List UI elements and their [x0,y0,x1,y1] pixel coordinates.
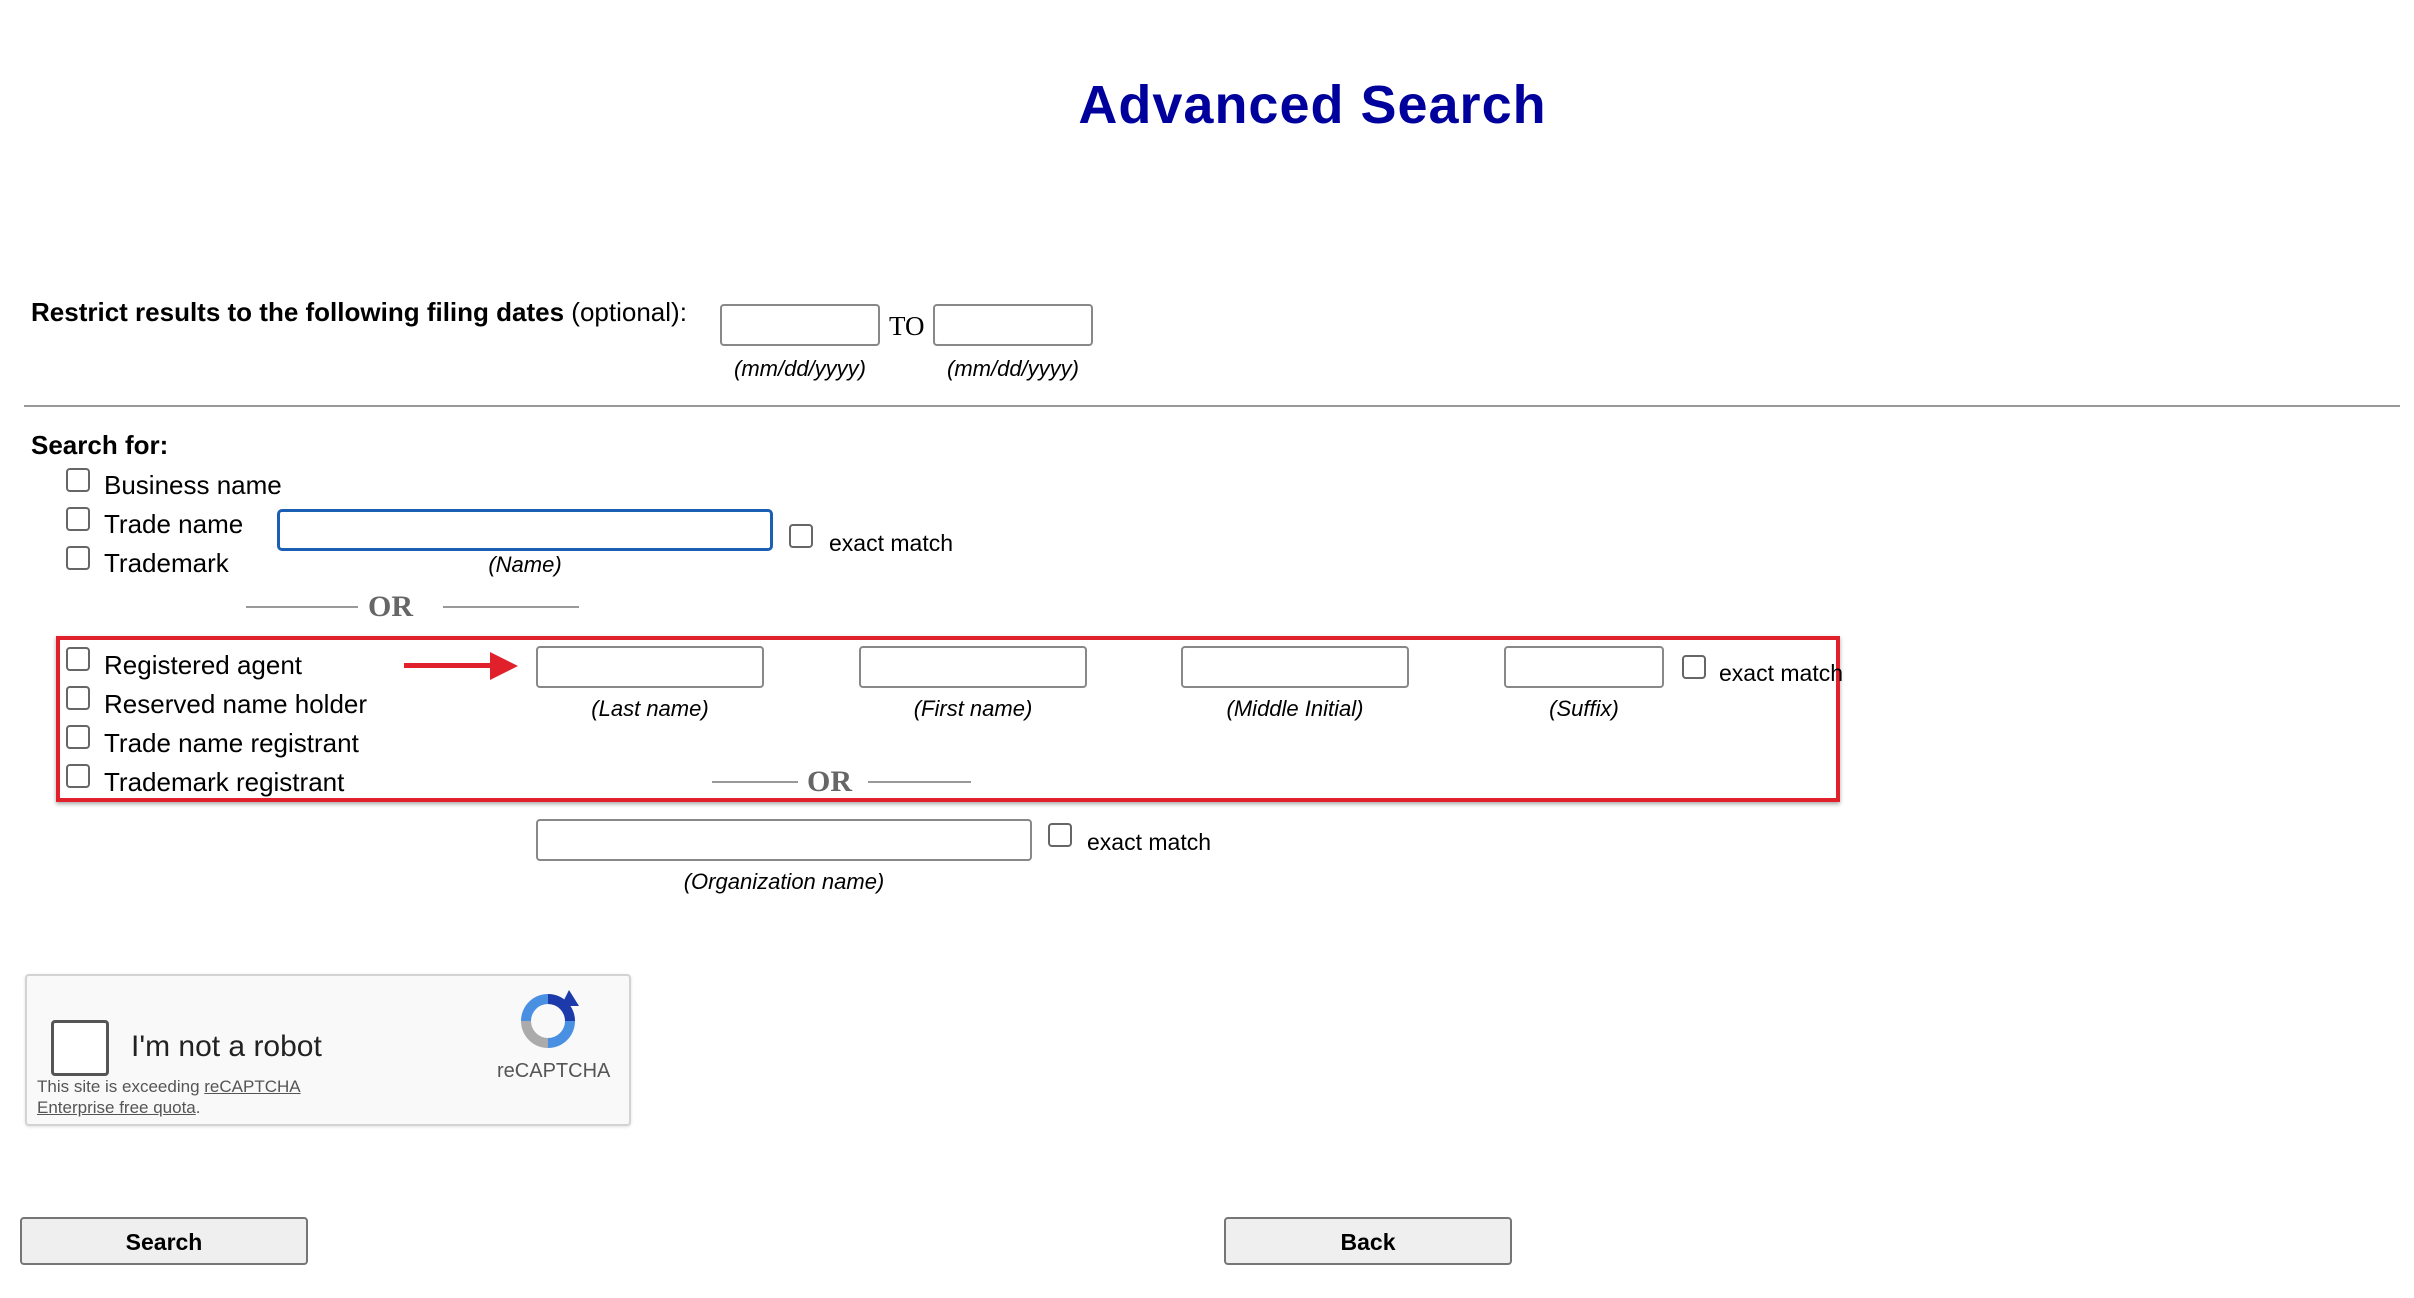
or-divider-text: OR [368,590,413,623]
filing-dates-label-bold: Restrict results to the following filing… [31,297,565,327]
reserved-name-holder-checkbox[interactable] [66,686,90,710]
middle-initial-hint: (Middle Initial) [1226,696,1364,721]
date-to-input[interactable] [933,304,1093,346]
page-title: Advanced Search [1078,75,1547,135]
name-exact-match-checkbox[interactable] [789,524,813,548]
or-divider-left [246,606,358,608]
or-divider-2-left [712,781,798,783]
recaptcha-label: I'm not a robot [131,1030,322,1063]
first-name-hint: (First name) [913,696,1033,721]
suffix-input[interactable] [1504,646,1664,688]
recaptcha-logo-icon [521,990,579,1048]
trademark-checkbox[interactable] [66,546,90,570]
trade-name-checkbox[interactable] [66,507,90,531]
trade-name-label: Trade name [104,509,244,539]
search-for-heading: Search for: [31,430,169,460]
first-name-input[interactable] [859,646,1087,688]
registered-agent-checkbox[interactable] [66,647,90,671]
recaptcha-widget: I'm not a robot reCAPTCHA This site is e… [25,974,631,1126]
organization-exact-match-checkbox[interactable] [1048,823,1072,847]
search-button[interactable]: Search [20,1217,308,1265]
registered-agent-label: Registered agent [104,650,303,680]
organization-exact-match-label: exact match [1087,829,1211,855]
date-from-hint: (mm/dd/yyyy) [734,356,866,381]
date-to-hint: (mm/dd/yyyy) [947,356,1079,381]
name-exact-match-label: exact match [829,530,953,556]
recaptcha-brand: reCAPTCHA [497,1060,611,1082]
trade-name-registrant-label: Trade name registrant [104,728,359,758]
recaptcha-quota-note: This site is exceeding reCAPTCHA Enterpri… [37,1076,301,1118]
business-name-checkbox[interactable] [66,468,90,492]
person-exact-match-checkbox[interactable] [1682,655,1706,679]
filing-dates-label: Restrict results to the following filing… [31,297,687,328]
person-exact-match-label: exact match [1719,660,1843,686]
back-button[interactable]: Back [1224,1217,1512,1265]
last-name-input[interactable] [536,646,764,688]
trademark-registrant-label: Trademark registrant [104,767,345,797]
middle-initial-input[interactable] [1181,646,1409,688]
pointer-arrow-shaft [404,663,494,668]
trademark-label: Trademark [104,548,229,578]
filing-dates-label-optional: (optional): [571,297,687,327]
reserved-name-holder-label: Reserved name holder [104,689,368,719]
section-divider [24,405,2400,407]
name-hint: (Name) [488,552,562,577]
organization-name-hint: (Organization name) [683,869,885,894]
trademark-registrant-checkbox[interactable] [66,764,90,788]
or-divider-2-right [868,781,971,783]
or-divider-right [443,606,579,608]
trade-name-registrant-checkbox[interactable] [66,725,90,749]
name-input[interactable] [277,509,773,551]
recaptcha-checkbox[interactable] [51,1020,109,1076]
suffix-hint: (Suffix) [1549,696,1619,721]
recaptcha-note-prefix: This site is exceeding [37,1077,205,1096]
organization-name-input[interactable] [536,819,1032,861]
date-to-separator: TO [889,311,925,341]
recaptcha-note-suffix: . [195,1098,201,1117]
pointer-arrow-icon [490,652,518,680]
last-name-hint: (Last name) [591,696,709,721]
business-name-label: Business name [104,470,282,500]
or-divider-2-text: OR [807,765,852,798]
date-from-input[interactable] [720,304,880,346]
